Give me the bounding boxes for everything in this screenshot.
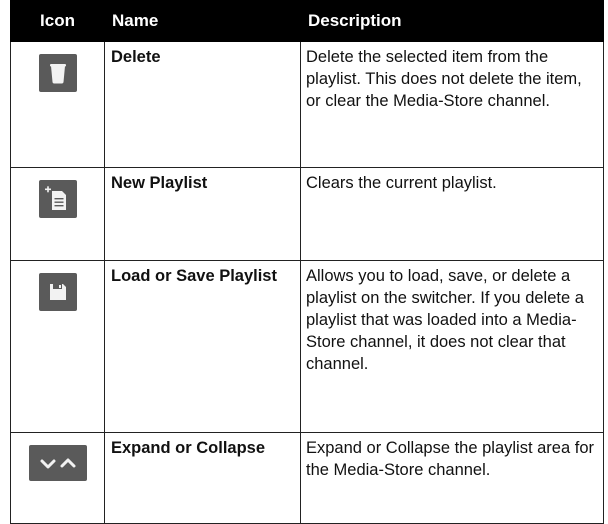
table-row: Delete Delete the selected item from the… <box>10 41 604 168</box>
row-description: Expand or Collapse the playlist area for… <box>300 432 604 524</box>
icon-cell <box>10 41 105 168</box>
column-header-description: Description <box>300 0 604 42</box>
table-header-row: Icon Name Description <box>10 0 604 42</box>
row-description: Allows you to load, save, or delete a pl… <box>300 260 604 433</box>
column-header-name: Name <box>104 0 301 42</box>
row-description: Delete the selected item from the playli… <box>300 41 604 168</box>
icon-cell <box>10 432 105 524</box>
new-playlist-icon <box>38 180 77 218</box>
icon-reference-table: Icon Name Description Delete Delete the … <box>10 0 604 524</box>
save-disk-icon <box>38 273 77 311</box>
row-description: Clears the current playlist. <box>300 167 604 261</box>
icon-cell <box>10 260 105 433</box>
column-header-icon: Icon <box>10 0 105 42</box>
trash-icon <box>38 54 77 92</box>
row-name: Delete <box>104 41 301 168</box>
expand-collapse-chevrons-icon <box>28 445 87 481</box>
icon-cell <box>10 167 105 261</box>
row-name: Expand or Collapse <box>104 432 301 524</box>
table-row: New Playlist Clears the current playlist… <box>10 167 604 261</box>
table-row: Load or Save Playlist Allows you to load… <box>10 260 604 433</box>
row-name: Load or Save Playlist <box>104 260 301 433</box>
row-name: New Playlist <box>104 167 301 261</box>
table-row: Expand or Collapse Expand or Collapse th… <box>10 432 604 524</box>
